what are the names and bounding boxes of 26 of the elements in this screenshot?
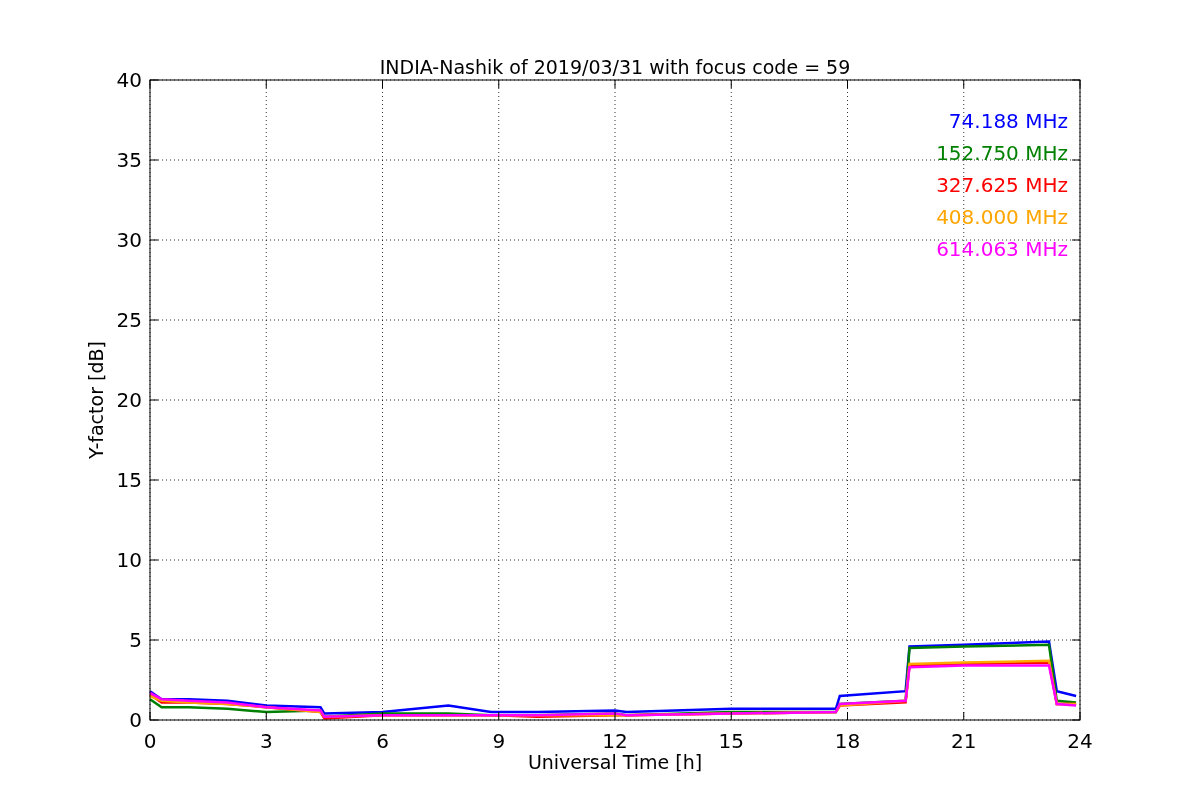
x-tick-label: 9: [492, 729, 506, 753]
legend-label: 408.000 MHz: [936, 205, 1068, 229]
x-tick-label: 6: [376, 729, 389, 753]
x-tick-label: 21: [951, 729, 977, 753]
chart-title: INDIA-Nashik of 2019/03/31 with focus code = 59: [379, 56, 851, 78]
y-tick-label: 35: [116, 148, 142, 172]
y-axis-label: Y-factor [dB]: [85, 341, 107, 459]
y-tick-label: 15: [116, 468, 142, 492]
y-tick-label: 40: [116, 68, 142, 92]
x-tick-label: 24: [1067, 729, 1093, 753]
y-tick-label: 25: [116, 308, 142, 332]
y-tick-label: 0: [129, 708, 142, 732]
legend-label: 74.188 MHz: [948, 109, 1068, 133]
legend-label: 614.063 MHz: [936, 237, 1068, 261]
x-tick-label: 3: [259, 729, 273, 753]
x-tick-label: 0: [143, 729, 157, 753]
x-tick-label: 18: [834, 729, 861, 753]
x-tick-label: 15: [718, 729, 744, 753]
x-tick-label: 12: [602, 729, 628, 753]
y-tick-label: 20: [116, 388, 142, 412]
y-tick-label: 10: [116, 548, 142, 572]
x-axis-label: Universal Time [h]: [527, 751, 703, 773]
legend-label: 327.625 MHz: [936, 173, 1068, 197]
y-tick-label: 5: [129, 628, 142, 652]
y-tick-label: 30: [116, 228, 142, 252]
legend-label: 152.750 MHz: [936, 141, 1068, 165]
